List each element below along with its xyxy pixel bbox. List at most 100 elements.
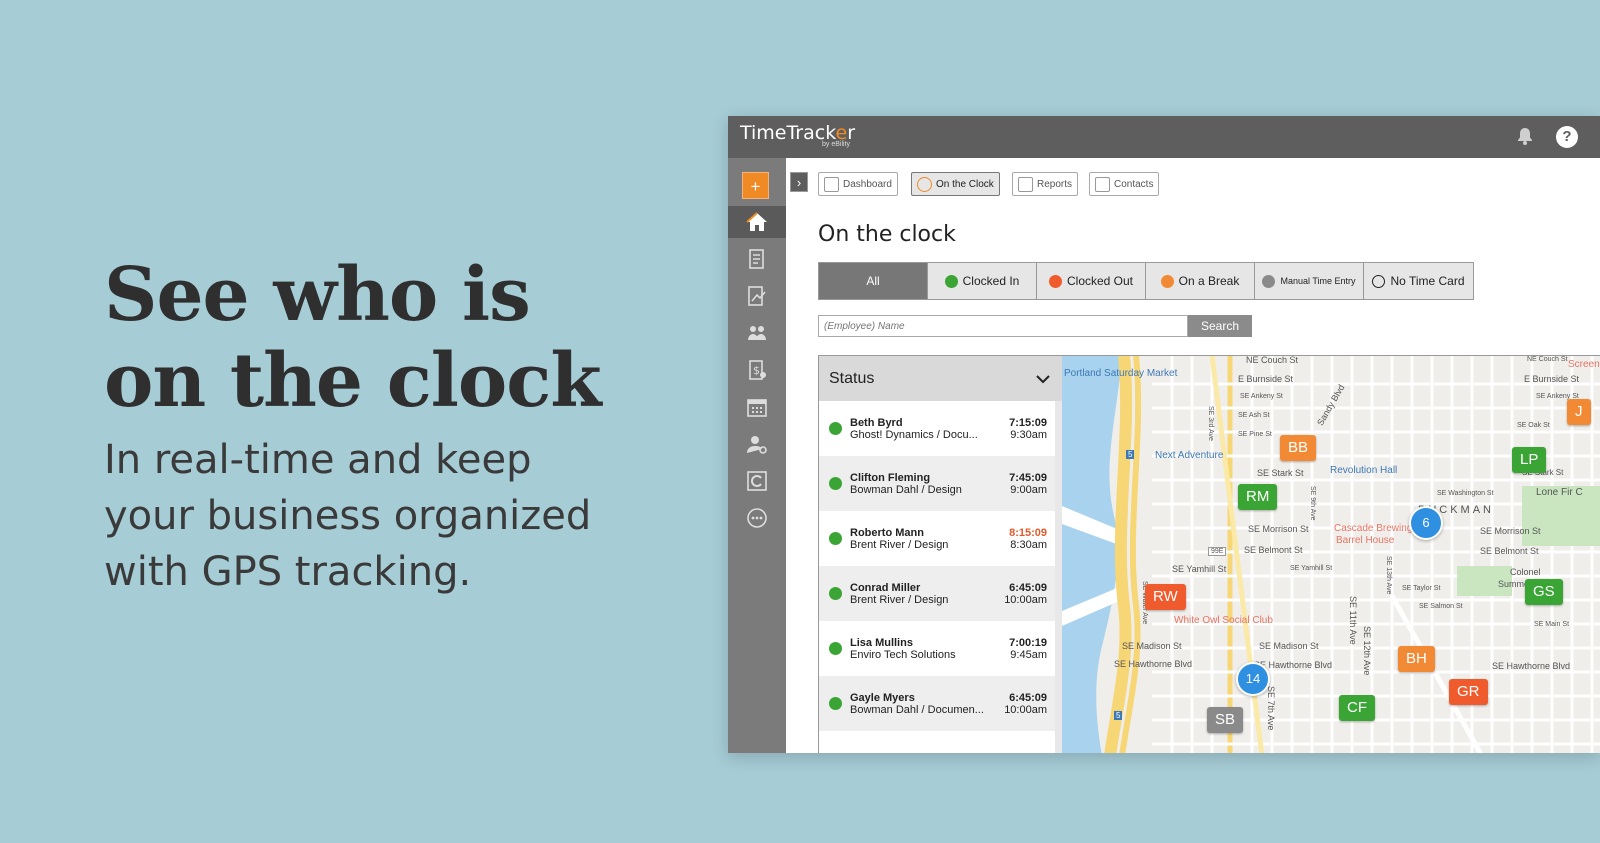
start-time: 8:30am: [1010, 538, 1047, 551]
map-label: SE Morrison St: [1480, 526, 1541, 536]
status-panel-header[interactable]: Status: [819, 356, 1063, 401]
filter-clocked-in[interactable]: Clocked In: [928, 263, 1037, 299]
employee-name: Roberto Mann: [850, 526, 924, 539]
status-panel-title: Status: [829, 369, 875, 387]
map-label: Colonel: [1510, 567, 1541, 577]
employee-row[interactable]: Beth Byrd Ghost! Dynamics / Docu... 7:15:0…: [819, 401, 1063, 456]
employee-pin[interactable]: BH: [1398, 646, 1435, 672]
user-settings-icon[interactable]: [728, 428, 786, 460]
map-label: SE Madison St: [1122, 641, 1182, 651]
filter-clocked-in-label: Clocked In: [962, 274, 1020, 288]
help-icon[interactable]: ?: [1556, 126, 1578, 148]
employee-pin[interactable]: LP: [1512, 447, 1547, 473]
filter-clocked-out[interactable]: Clocked Out: [1037, 263, 1146, 299]
map-cluster[interactable]: 6: [1409, 506, 1443, 540]
employee-pin[interactable]: RW: [1145, 584, 1186, 610]
employee-name: Beth Byrd: [850, 416, 903, 429]
tab-reports[interactable]: Reports: [1012, 172, 1079, 196]
invoice-icon[interactable]: $: [728, 354, 786, 386]
filter-on-break-label: On a Break: [1178, 274, 1240, 288]
filter-manual-label: Manual Time Entry: [1280, 276, 1356, 286]
map-label: SE Ankeny St: [1240, 393, 1283, 400]
calendar-icon[interactable]: [728, 391, 786, 423]
top-bar: TimeTracker by eBility ?: [728, 116, 1600, 158]
app-window: TimeTracker by eBility ? + $ › Dashboard…: [728, 116, 1600, 753]
tab-on-the-clock-label: On the Clock: [936, 178, 994, 190]
employee-pin[interactable]: BB: [1280, 435, 1317, 461]
employee-company: Bowman Dahl / Documen...: [850, 703, 984, 716]
tab-on-the-clock[interactable]: On the Clock: [911, 172, 1000, 196]
home-icon[interactable]: [728, 206, 786, 238]
employee-company: Enviro Tech Solutions: [850, 648, 956, 661]
filter-all[interactable]: All: [819, 263, 928, 299]
main-content: Dashboard On the Clock Reports Contacts …: [786, 158, 1600, 753]
employee-row[interactable]: Gayle Myers Bowman Dahl / Documen... 6:45:…: [819, 676, 1063, 731]
people-icon[interactable]: [728, 317, 786, 349]
map-label: SE Hawthorne Blvd: [1492, 661, 1571, 671]
employee-name: Conrad Miller: [850, 581, 921, 594]
map-label: SE Ash St: [1238, 412, 1270, 419]
tab-contacts[interactable]: Contacts: [1089, 172, 1160, 196]
expand-sidebar-button[interactable]: ›: [790, 172, 808, 192]
map-label: SE Stark St: [1257, 468, 1304, 478]
employee-row[interactable]: Roberto Mann Brent River / Design 8:15:09 8…: [819, 511, 1063, 566]
map-label: SE Hawthorne Blvd: [1114, 659, 1193, 669]
employee-pin[interactable]: RM: [1238, 484, 1278, 510]
search-button[interactable]: Search: [1188, 315, 1252, 337]
start-time: 9:00am: [1010, 483, 1047, 496]
more-icon[interactable]: [728, 502, 786, 534]
report-icon: [1018, 176, 1033, 192]
map-label: SE Belmont St: [1480, 546, 1539, 556]
employee-name: Lisa Mullins: [850, 636, 913, 649]
employee-pin[interactable]: GS: [1525, 579, 1563, 605]
search-bar: Search: [818, 315, 1268, 337]
start-time: 9:45am: [1010, 648, 1047, 661]
tagline-line-1: In real-time and keep: [104, 437, 532, 483]
employee-company: Ghost! Dynamics / Docu...: [850, 428, 978, 441]
status-panel: Status Beth Byrd Ghost! Dynamics / Docu..…: [818, 355, 1064, 753]
c-icon[interactable]: [728, 465, 786, 497]
map-label: SE 9th Ave: [1309, 486, 1316, 521]
map-label: Cascade Brewing: [1334, 523, 1413, 534]
map-label: Barrel House: [1336, 535, 1395, 546]
employee-pin[interactable]: J: [1567, 399, 1591, 425]
employee-row[interactable]: Conrad Miller Brent River / Design 6:45:09…: [819, 566, 1063, 621]
filter-clocked-out-label: Clocked Out: [1066, 274, 1134, 288]
filter-on-break[interactable]: On a Break: [1146, 263, 1255, 299]
tab-dashboard[interactable]: Dashboard: [818, 172, 898, 196]
add-button[interactable]: +: [742, 172, 769, 199]
map-label: SE Madison St: [1259, 641, 1319, 651]
map-label: SE 12th Ave: [1362, 626, 1372, 676]
employee-company: Bowman Dahl / Design: [850, 483, 962, 496]
filter-no-card[interactable]: No Time Card: [1364, 263, 1473, 299]
elapsed-time: 7:15:09: [1009, 416, 1047, 429]
tab-reports-label: Reports: [1037, 178, 1073, 190]
filter-manual[interactable]: Manual Time Entry: [1255, 263, 1364, 299]
employee-pin[interactable]: SB: [1207, 707, 1244, 733]
employee-pin[interactable]: GR: [1449, 679, 1488, 705]
elapsed-time: 7:45:09: [1009, 471, 1047, 484]
map-label: 5: [1126, 450, 1135, 459]
employee-row[interactable]: Lisa Mullins Enviro Tech Solutions 7:00:19…: [819, 621, 1063, 676]
map-label: 5: [1114, 711, 1123, 720]
employee-name: Clifton Fleming: [850, 471, 931, 484]
bell-icon[interactable]: [1515, 126, 1535, 146]
employee-pin[interactable]: CF: [1339, 695, 1375, 721]
status-dot-icon: [829, 697, 842, 710]
filter-all-label: All: [866, 274, 880, 288]
status-dot-icon: [829, 477, 842, 490]
reports-icon[interactable]: [728, 280, 786, 312]
employee-row[interactable]: Clifton Fleming Bowman Dahl / Design 7:45:…: [819, 456, 1063, 511]
map-label: SE Salmon St: [1419, 603, 1463, 610]
headline: See who is on the clock: [104, 252, 664, 424]
status-dot-icon: [829, 642, 842, 655]
map-label: 99E: [1208, 547, 1227, 556]
map-label: NE Couch St: [1246, 355, 1299, 365]
map-cluster[interactable]: 14: [1236, 662, 1270, 696]
map[interactable]: Portland Saturday Market NE Couch St NE …: [1062, 355, 1600, 753]
timesheet-icon[interactable]: [728, 243, 786, 275]
tab-dashboard-label: Dashboard: [843, 178, 892, 190]
chevron-down-icon[interactable]: [1035, 374, 1051, 384]
employee-search-input[interactable]: [818, 315, 1188, 337]
map-label: SE Yamhill St: [1290, 565, 1333, 572]
